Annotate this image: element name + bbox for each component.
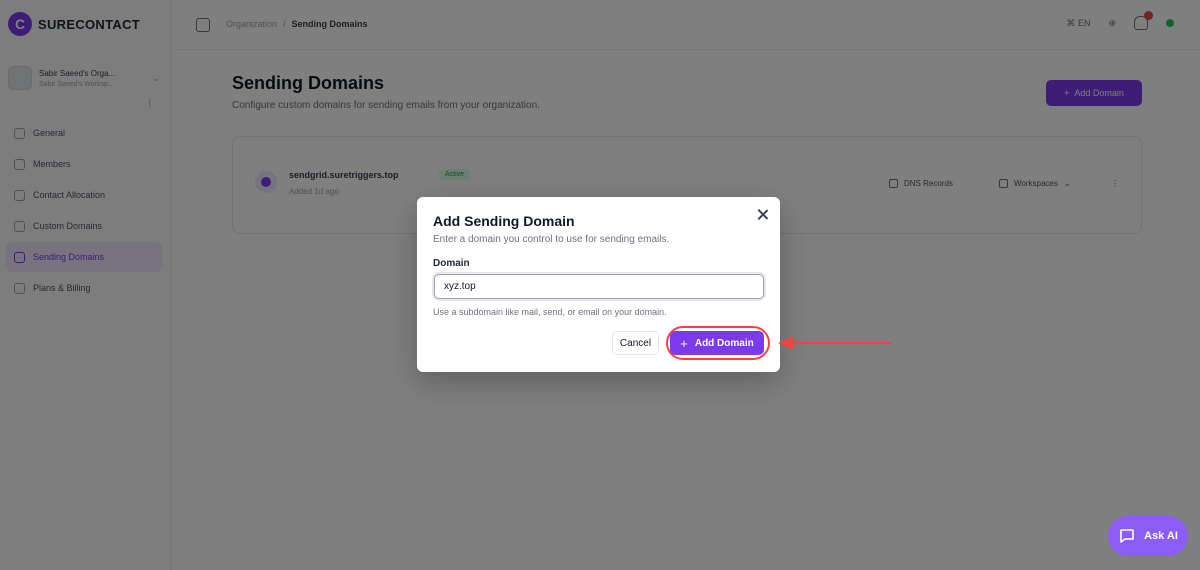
domain-input[interactable] (434, 274, 764, 299)
annotation-arrow-icon (778, 336, 892, 350)
domain-help-text: Use a subdomain like mail, send, or emai… (433, 307, 667, 317)
annotation-highlight-ring (666, 326, 770, 360)
domain-field-label: Domain (433, 258, 470, 269)
ask-ai-button[interactable]: Ask AI (1108, 516, 1188, 556)
cancel-button[interactable]: Cancel (612, 331, 659, 355)
chat-icon (1120, 529, 1134, 543)
dialog-title: Add Sending Domain (433, 213, 575, 229)
ask-ai-label: Ask AI (1144, 530, 1178, 542)
dialog-description: Enter a domain you control to use for se… (433, 234, 670, 245)
close-icon[interactable] (756, 208, 770, 222)
